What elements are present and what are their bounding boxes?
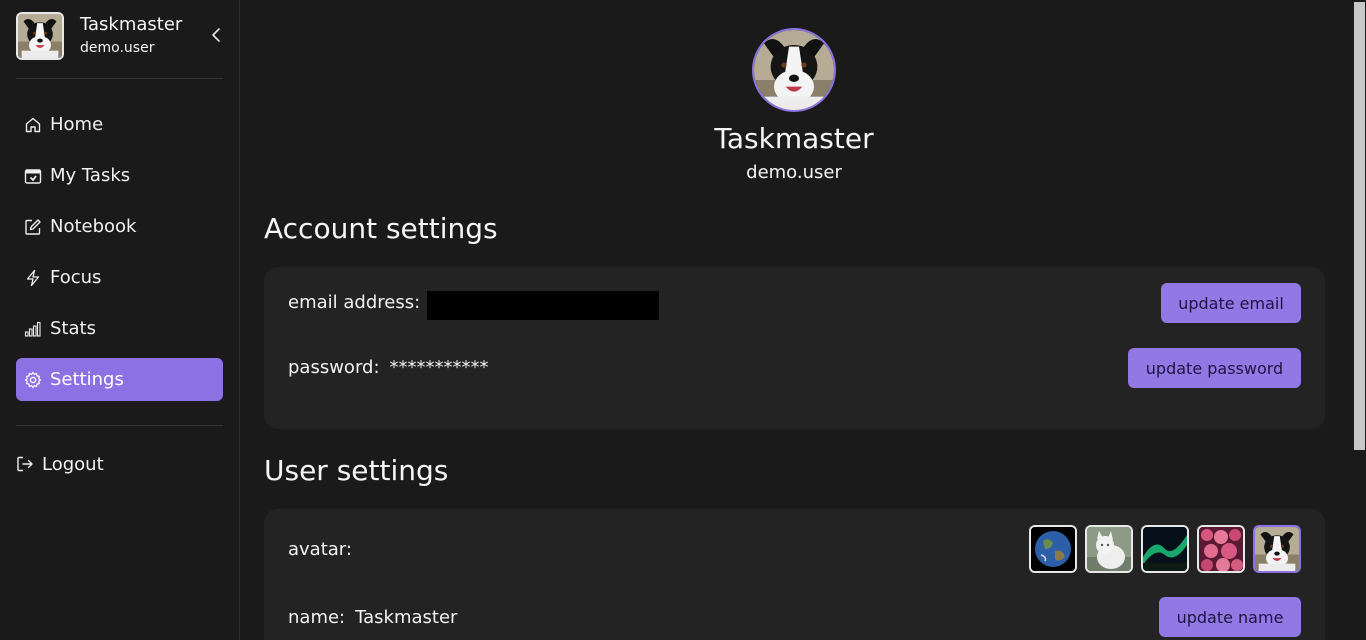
nav-label-notebook: Notebook [50, 216, 137, 237]
avatar-picker [1029, 525, 1301, 573]
logout-button[interactable]: Logout [16, 450, 104, 478]
nav-label-my-tasks: My Tasks [50, 165, 131, 186]
email-label: email address: [288, 292, 421, 313]
nav-label-stats: Stats [50, 318, 96, 339]
user-settings-card: avatar: name: Taskmaster update name [264, 509, 1325, 640]
nav-label-home: Home [50, 114, 104, 135]
profile-name: Taskmaster [714, 122, 874, 155]
password-label: password: [288, 357, 380, 378]
sidebar: Taskmaster demo.user Home My Tasks Noteb… [0, 0, 240, 640]
avatar-option-aurora[interactable] [1141, 525, 1189, 573]
edit-icon [25, 218, 41, 235]
account-settings-title: Account settings [264, 212, 498, 245]
scrollbar-thumb[interactable] [1354, 2, 1365, 450]
nav-item-stats[interactable]: Stats [16, 307, 223, 350]
chevron-left-icon[interactable] [208, 26, 226, 44]
update-email-button[interactable]: update email [1161, 283, 1301, 323]
nav-item-focus[interactable]: Focus [16, 256, 223, 299]
nav-item-home[interactable]: Home [16, 103, 223, 146]
avatar-option-white-cat[interactable] [1085, 525, 1133, 573]
sidebar-header: Taskmaster demo.user [16, 12, 223, 60]
update-password-button[interactable]: update password [1128, 348, 1301, 388]
user-settings-title: User settings [264, 454, 449, 487]
logout-label: Logout [42, 453, 104, 475]
account-settings-card: email address: update email password: ***… [264, 267, 1325, 429]
calendar-icon [24, 168, 42, 184]
avatar-option-border-collie[interactable] [1253, 525, 1301, 573]
sidebar-divider [16, 425, 223, 426]
profile-username: demo.user [746, 162, 842, 183]
sidebar-divider [16, 78, 223, 79]
bolt-icon [26, 269, 40, 286]
nav-item-settings[interactable]: Settings [16, 358, 223, 401]
scrollbar[interactable] [1351, 0, 1366, 640]
nav-item-notebook[interactable]: Notebook [16, 205, 223, 248]
nav-label-focus: Focus [50, 267, 102, 288]
password-value: *********** [389, 357, 489, 378]
nav-item-my-tasks[interactable]: My Tasks [16, 154, 223, 197]
email-value-redacted [427, 291, 659, 320]
avatar-option-pink-flowers[interactable] [1197, 525, 1245, 573]
name-row: name: Taskmaster [288, 607, 457, 628]
profile-avatar [752, 28, 836, 112]
home-icon [25, 117, 41, 132]
nav-label-settings: Settings [50, 369, 124, 390]
password-row: password: *********** [288, 357, 489, 378]
bar-chart-icon [24, 321, 41, 337]
avatar-label: avatar: [288, 539, 352, 560]
sidebar-avatar [16, 12, 64, 60]
gear-icon [24, 371, 42, 388]
update-name-button[interactable]: update name [1159, 597, 1301, 637]
sidebar-username: demo.user [80, 40, 155, 56]
avatar-option-earth[interactable] [1029, 525, 1077, 573]
logout-icon [17, 456, 33, 472]
name-value: Taskmaster [355, 607, 458, 628]
app-title: Taskmaster [80, 14, 183, 35]
name-label: name: [288, 607, 346, 628]
